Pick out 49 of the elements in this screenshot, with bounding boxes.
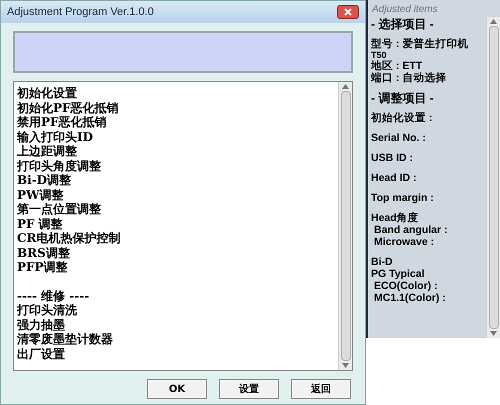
dialog-button[interactable]: 返回 [291, 379, 351, 399]
menu-item[interactable]: PF 调整 [17, 216, 335, 231]
close-button[interactable] [337, 5, 359, 19]
menu-item[interactable]: Bi-D调整 [17, 173, 335, 188]
down-arrow-icon[interactable] [342, 363, 349, 368]
close-icon [344, 8, 352, 16]
dialog-button[interactable]: OK [147, 379, 207, 399]
menu-item[interactable]: 清零废墨垫计数器 [17, 332, 335, 346]
menu-item[interactable]: 初始化设置 [17, 86, 335, 100]
menu-item[interactable]: 打印头清洗 [17, 303, 335, 318]
section-header: ---- 维修 ---- [17, 288, 90, 303]
menu-item[interactable]: 禁用PF恶化抵销 [17, 115, 335, 130]
menu-item[interactable]: 强力抽墨 [17, 318, 335, 332]
dialog-button[interactable]: 设置 [219, 379, 279, 399]
menu-item[interactable]: PFP调整 [17, 260, 335, 274]
panel-title: Adjusted items [370, 3, 439, 17]
info-text: Top margin : [371, 192, 435, 204]
info-text: Head ID : [371, 172, 418, 184]
info-text: Bi-D [371, 256, 394, 268]
info-text: 地区 : ETT [371, 60, 424, 72]
up-arrow-icon[interactable] [342, 84, 349, 89]
window-title: Adjustment Program Ver.1.0.0 [7, 4, 154, 20]
info-text: Head角度 [371, 212, 420, 224]
menu-item[interactable]: CR电机热保护控制 [17, 231, 335, 246]
menu-item[interactable]: 出厂设置 [17, 346, 335, 361]
info-text: Microwave : [373, 236, 436, 248]
down-arrow-icon[interactable] [490, 331, 497, 336]
info-text: ECO(Color) : [373, 280, 439, 292]
info-text: 型号 : 爱普生打印机 [371, 38, 470, 50]
info-text: USB ID : [371, 152, 414, 164]
menu-item[interactable]: PW调整 [17, 188, 335, 202]
menu-item[interactable]: 上边距调整 [17, 144, 335, 158]
menu-item[interactable]: 第一点位置调整 [17, 202, 335, 216]
section-heading: - 选择项目 - [371, 18, 435, 30]
menu-item[interactable]: 初始化PF恶化抵销 [17, 100, 335, 115]
info-text: PG Typical [371, 268, 426, 280]
info-text: Serial No. : [371, 132, 427, 144]
scrollbar[interactable] [338, 82, 352, 370]
up-arrow-icon[interactable] [490, 19, 497, 24]
scrollbar[interactable] [486, 17, 500, 338]
menu-item[interactable]: 打印头角度调整 [17, 158, 335, 173]
menu-item[interactable]: 输入打印头ID [17, 130, 335, 144]
section-heading: - 调整项目 - [371, 92, 435, 104]
info-text: MC1.1(Color) : [373, 292, 447, 304]
info-text: T50 [371, 50, 388, 60]
menu-item[interactable]: BRS调整 [17, 246, 335, 260]
info-text: 初始化设置 : [371, 112, 434, 124]
info-text: 端口 : 自动选择 [371, 72, 448, 84]
info-text: Band angular : [373, 224, 449, 236]
